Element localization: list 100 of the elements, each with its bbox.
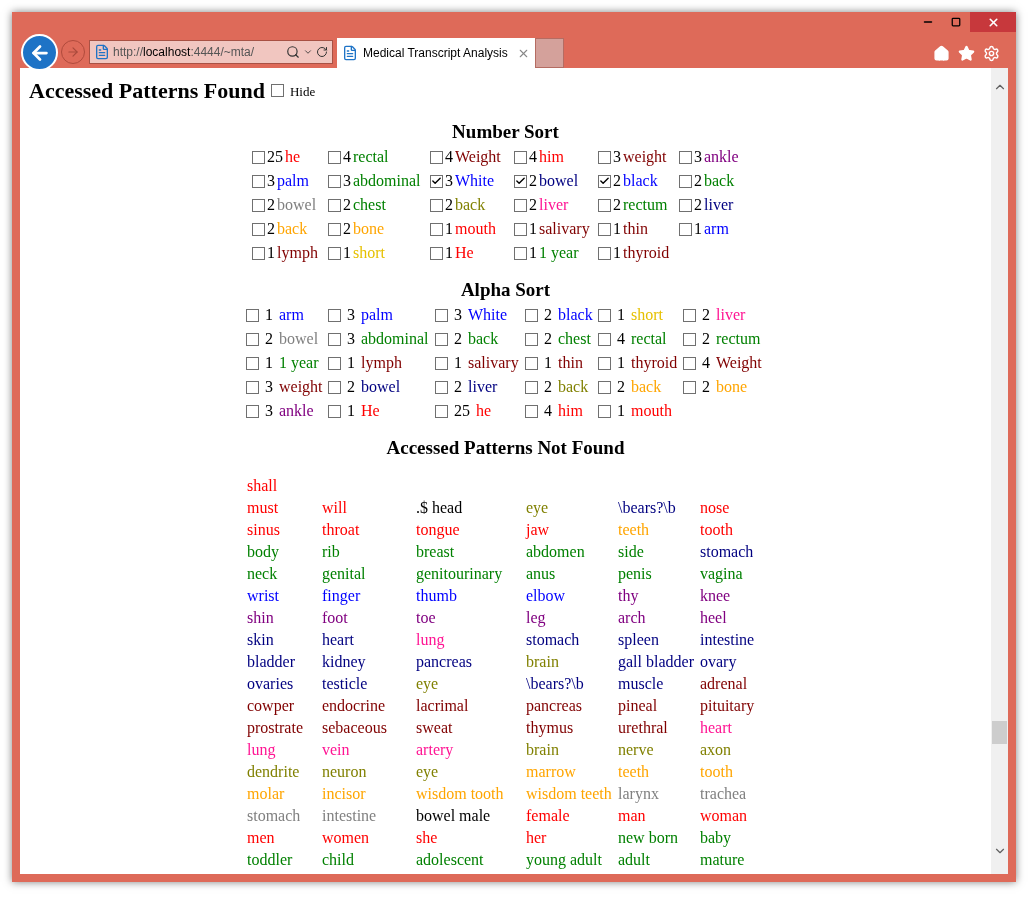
browser-tab[interactable]: Medical Transcript Analysis bbox=[337, 38, 535, 68]
pattern-word: she bbox=[416, 828, 438, 848]
pattern-word: neck bbox=[247, 564, 278, 584]
pattern-word: thymus bbox=[526, 718, 574, 739]
checkbox[interactable] bbox=[328, 380, 341, 394]
pattern-word: bone bbox=[353, 219, 385, 239]
pattern-word: leg bbox=[526, 608, 546, 629]
pattern-word: liver bbox=[716, 305, 746, 325]
checkbox[interactable] bbox=[435, 308, 448, 322]
checkbox[interactable] bbox=[514, 246, 527, 260]
checkbox[interactable] bbox=[328, 332, 341, 346]
pattern-word: neuron bbox=[322, 762, 367, 782]
scrollbar[interactable] bbox=[991, 68, 1008, 874]
checkbox[interactable] bbox=[246, 308, 259, 322]
address-field[interactable]: http://localhost:4444/~mta/ bbox=[89, 40, 333, 64]
checkbox[interactable] bbox=[430, 198, 443, 212]
pattern-word: knee bbox=[700, 586, 731, 606]
pattern-word: incisor bbox=[322, 784, 366, 804]
checkbox[interactable] bbox=[328, 174, 341, 188]
checkbox[interactable] bbox=[598, 308, 611, 322]
checkbox[interactable] bbox=[514, 174, 527, 188]
scroll-thumb[interactable] bbox=[992, 721, 1007, 744]
checkbox[interactable] bbox=[246, 380, 259, 394]
checkbox[interactable] bbox=[435, 380, 448, 394]
pattern-word: White bbox=[468, 305, 508, 325]
checkbox[interactable] bbox=[328, 356, 341, 370]
checkbox[interactable] bbox=[328, 246, 341, 260]
maximize-icon bbox=[951, 17, 961, 27]
checkbox[interactable] bbox=[525, 356, 538, 370]
checkbox[interactable] bbox=[435, 404, 448, 418]
checkbox[interactable] bbox=[683, 308, 696, 322]
checkbox[interactable] bbox=[683, 380, 696, 394]
match-count: 2 bbox=[544, 305, 552, 325]
checkbox[interactable] bbox=[525, 308, 538, 322]
match-count: 1 bbox=[445, 243, 453, 263]
checkbox[interactable] bbox=[328, 222, 341, 236]
checkbox[interactable] bbox=[514, 198, 527, 212]
checkbox[interactable] bbox=[328, 198, 341, 212]
checkbox[interactable] bbox=[683, 332, 696, 346]
checkbox[interactable] bbox=[679, 198, 692, 212]
back-button[interactable] bbox=[21, 34, 58, 71]
checkbox[interactable] bbox=[598, 150, 611, 164]
pattern-word: intestine bbox=[322, 806, 377, 826]
checkbox[interactable] bbox=[430, 246, 443, 260]
pattern-word: female bbox=[526, 806, 570, 826]
checkbox[interactable] bbox=[598, 404, 611, 418]
checkbox[interactable] bbox=[246, 332, 259, 346]
checkbox[interactable] bbox=[430, 174, 443, 188]
checkbox[interactable] bbox=[328, 150, 341, 164]
checkbox[interactable] bbox=[430, 222, 443, 236]
page-icon bbox=[94, 44, 110, 60]
close-button[interactable] bbox=[970, 12, 1016, 32]
pattern-word: stomach bbox=[526, 630, 580, 650]
checkbox[interactable] bbox=[683, 356, 696, 370]
checkbox[interactable] bbox=[598, 246, 611, 260]
checkbox[interactable] bbox=[430, 150, 443, 164]
pattern-word: \bears?\b bbox=[618, 498, 676, 518]
checkbox[interactable] bbox=[252, 222, 265, 236]
checkbox[interactable] bbox=[679, 150, 692, 164]
checkbox[interactable] bbox=[246, 404, 259, 418]
checkbox[interactable] bbox=[598, 198, 611, 212]
pattern-word: rectal bbox=[631, 329, 667, 349]
checkbox[interactable] bbox=[598, 332, 611, 346]
checkbox[interactable] bbox=[679, 174, 692, 188]
checkbox[interactable] bbox=[252, 174, 265, 188]
checkbox[interactable] bbox=[328, 308, 341, 322]
checkbox[interactable] bbox=[435, 356, 448, 370]
checkbox[interactable] bbox=[270, 84, 284, 97]
pattern-word: weight bbox=[623, 147, 667, 168]
checkbox[interactable] bbox=[598, 356, 611, 370]
pattern-word: chest bbox=[353, 195, 386, 215]
match-count: 2 bbox=[529, 171, 537, 191]
checkbox[interactable] bbox=[679, 222, 692, 236]
checkbox[interactable] bbox=[514, 150, 527, 164]
match-count: 3 bbox=[613, 147, 621, 167]
pattern-word: testicle bbox=[322, 674, 368, 694]
checkbox[interactable] bbox=[525, 380, 538, 394]
checkbox[interactable] bbox=[252, 198, 265, 212]
dropdown-icon bbox=[303, 47, 313, 57]
pattern-word: liver bbox=[468, 377, 498, 397]
pattern-word: men bbox=[247, 828, 275, 848]
pattern-word: intestine bbox=[700, 630, 755, 650]
checkbox[interactable] bbox=[598, 174, 611, 188]
checkbox[interactable] bbox=[514, 222, 527, 236]
checkbox[interactable] bbox=[525, 332, 538, 346]
address-text: http://localhost:4444/~mta/ bbox=[113, 44, 255, 61]
match-count: 3 bbox=[694, 147, 702, 167]
match-count: 25 bbox=[454, 401, 470, 421]
match-count: 2 bbox=[544, 329, 552, 349]
checkbox[interactable] bbox=[252, 246, 265, 260]
checkbox[interactable] bbox=[435, 332, 448, 346]
checkbox[interactable] bbox=[598, 380, 611, 394]
pattern-word: he bbox=[285, 147, 301, 167]
pattern-word: Weight bbox=[455, 147, 501, 168]
checkbox[interactable] bbox=[328, 404, 341, 418]
checkbox[interactable] bbox=[525, 404, 538, 418]
checkbox[interactable] bbox=[598, 222, 611, 236]
checkbox[interactable] bbox=[246, 356, 259, 370]
pattern-word: thin bbox=[558, 353, 583, 373]
checkbox[interactable] bbox=[252, 150, 265, 164]
